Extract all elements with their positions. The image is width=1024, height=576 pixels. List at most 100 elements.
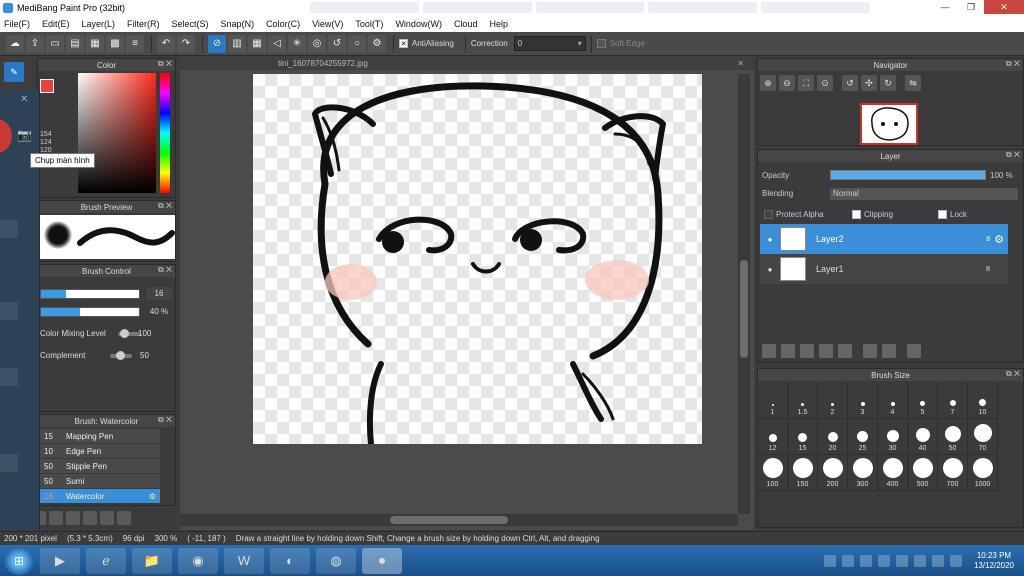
menu-cloud[interactable]: Cloud bbox=[454, 19, 478, 29]
brush-size-option[interactable]: 25 bbox=[848, 419, 878, 455]
redo-icon[interactable]: ↷ bbox=[177, 34, 195, 53]
capture-option[interactable] bbox=[0, 220, 18, 238]
brush-size-option[interactable]: 1.5 bbox=[788, 383, 818, 419]
restore-icon[interactable]: ❐ bbox=[958, 0, 984, 14]
tray-signal-icon[interactable] bbox=[931, 554, 944, 567]
word-icon[interactable]: W bbox=[224, 547, 264, 574]
brush-size-option[interactable]: 20 bbox=[818, 419, 848, 455]
color-mixing-slider[interactable] bbox=[118, 329, 140, 338]
menu-file[interactable]: File(F) bbox=[4, 19, 30, 29]
brush-item-sumi[interactable]: 50 Sumi bbox=[40, 474, 160, 489]
brush-opacity-slider[interactable] bbox=[40, 307, 140, 317]
tray-shield-icon[interactable] bbox=[877, 554, 890, 567]
start-button[interactable]: ⊞ bbox=[4, 546, 34, 575]
document-close-icon[interactable]: ✕ bbox=[737, 59, 744, 68]
medibang-icon[interactable]: ◍ bbox=[316, 547, 356, 574]
brush-size-option[interactable]: 7 bbox=[938, 383, 968, 419]
capture-option[interactable] bbox=[0, 454, 18, 472]
brush-size-option[interactable]: 4 bbox=[878, 383, 908, 419]
internet-explorer-icon[interactable]: ℯ bbox=[86, 547, 126, 574]
taskbar-clock[interactable]: 10:23 PM 13/12/2020 bbox=[974, 551, 1014, 571]
brush-size-option[interactable]: 5 bbox=[908, 383, 938, 419]
vertical-scroll-thumb[interactable] bbox=[740, 260, 748, 358]
document-tab[interactable]: tini_16078704255972.jpg ✕ bbox=[180, 56, 754, 70]
minimize-icon[interactable]: — bbox=[932, 0, 958, 14]
brush-size-option[interactable]: 200 bbox=[818, 455, 848, 491]
file-explorer-icon[interactable]: 📁 bbox=[132, 547, 172, 574]
brush-size-option[interactable]: 15 bbox=[788, 419, 818, 455]
panel-close-icon[interactable]: ⧉ ✕ bbox=[158, 265, 172, 275]
zoom-out-icon[interactable]: ⊖ bbox=[779, 75, 795, 91]
rotate-right-icon[interactable]: ↻ bbox=[880, 75, 896, 91]
antialiasing-checkbox[interactable]: ✕ bbox=[399, 39, 408, 48]
merge-layer-icon[interactable] bbox=[882, 344, 896, 358]
brush-add-icon[interactable] bbox=[49, 511, 63, 525]
brush-folder-icon[interactable] bbox=[100, 511, 114, 525]
layer-folder-icon[interactable] bbox=[838, 344, 852, 358]
brush-size-option[interactable]: 3 bbox=[848, 383, 878, 419]
tray-flag-icon[interactable] bbox=[895, 554, 908, 567]
brush-size-option[interactable]: 2 bbox=[818, 383, 848, 419]
camera-icon[interactable]: 📷 bbox=[17, 128, 32, 142]
drawing-canvas[interactable] bbox=[253, 74, 702, 444]
brush-item-stipple-pen[interactable]: 50 Stipple Pen bbox=[40, 459, 160, 474]
brush-size-option[interactable]: 12 bbox=[758, 419, 788, 455]
blending-select[interactable]: Normal bbox=[830, 188, 1018, 200]
crisscross-snap-icon[interactable]: ▦ bbox=[248, 34, 266, 53]
brush-settings-icon[interactable]: ⚙ bbox=[149, 492, 156, 501]
menu-edit[interactable]: Edit(E) bbox=[42, 19, 70, 29]
horizontal-scroll-thumb[interactable] bbox=[390, 516, 508, 524]
panel-close-icon[interactable]: ⧉ ✕ bbox=[158, 201, 172, 211]
menu-select[interactable]: Select(S) bbox=[172, 19, 209, 29]
brush-size-option[interactable]: 1 bbox=[758, 383, 788, 419]
complement-slider[interactable] bbox=[110, 351, 132, 360]
comment-icon[interactable]: ▭ bbox=[46, 34, 64, 53]
menu-filter[interactable]: Filter(R) bbox=[127, 19, 160, 29]
parallel-snap-icon[interactable]: ▥ bbox=[228, 34, 246, 53]
brush-add-menu-icon[interactable] bbox=[66, 511, 80, 525]
brush-size-option[interactable]: 40 bbox=[908, 419, 938, 455]
panel-close-icon[interactable]: ⧉ ✕ bbox=[1006, 150, 1020, 160]
add-layer-menu-icon[interactable] bbox=[819, 344, 833, 358]
fit-window-icon[interactable]: ⛶ bbox=[798, 75, 814, 91]
menu-view[interactable]: View(V) bbox=[312, 19, 343, 29]
tray-app-icon[interactable] bbox=[823, 554, 836, 567]
panel-close-icon[interactable]: ⧉ ✕ bbox=[1006, 369, 1020, 379]
layer-item-layer1[interactable]: ● Layer1 8 bbox=[760, 254, 1008, 284]
snap-off-icon[interactable]: ⊘ bbox=[208, 34, 226, 53]
close-icon[interactable]: ✕ bbox=[984, 0, 1024, 14]
menu-snap[interactable]: Snap(N) bbox=[221, 19, 255, 29]
share-icon[interactable]: ⇪ bbox=[26, 34, 44, 53]
protect-alpha-checkbox[interactable] bbox=[764, 210, 773, 219]
menu-window[interactable]: Window(W) bbox=[395, 19, 442, 29]
panel-close-icon[interactable]: ⧉ ✕ bbox=[158, 415, 172, 425]
duplicate-layer-icon[interactable] bbox=[863, 344, 877, 358]
navigator-thumbnail[interactable] bbox=[860, 103, 918, 145]
menu-color[interactable]: Color(C) bbox=[266, 19, 300, 29]
canvas-vertical-scrollbar[interactable] bbox=[738, 74, 750, 514]
brush-item-edge-pen[interactable]: 10 Edge Pen bbox=[40, 444, 160, 459]
brush-size-value[interactable]: 16 bbox=[146, 287, 172, 300]
zoom-in-icon[interactable]: ⊕ bbox=[760, 75, 776, 91]
hue-slider[interactable] bbox=[160, 73, 170, 193]
brush-item-mapping-pen[interactable]: 15 Mapping Pen bbox=[40, 429, 160, 444]
screen-recorder-icon[interactable]: ⏺ bbox=[362, 547, 402, 574]
brush-item-watercolor[interactable]: 16 Watercolor ⚙ bbox=[40, 489, 160, 504]
clipping-checkbox[interactable] bbox=[852, 210, 861, 219]
media-player-icon[interactable]: ▶ bbox=[40, 547, 80, 574]
brush-size-option[interactable]: 300 bbox=[848, 455, 878, 491]
brush-size-option[interactable]: 400 bbox=[878, 455, 908, 491]
radial-snap-icon[interactable]: ✳ bbox=[288, 34, 306, 53]
tray-display-icon[interactable] bbox=[913, 554, 926, 567]
tray-vivaldi-icon[interactable] bbox=[841, 554, 854, 567]
rotate-left-icon[interactable]: ↺ bbox=[842, 75, 858, 91]
canvas-horizontal-scrollbar[interactable] bbox=[180, 514, 738, 526]
brush-size-option[interactable]: 50 bbox=[938, 419, 968, 455]
actual-size-icon[interactable]: ⊙ bbox=[817, 75, 833, 91]
correction-select[interactable]: 0 bbox=[513, 36, 586, 51]
brush-size-option[interactable]: 1000 bbox=[968, 455, 998, 491]
brush-edit-icon[interactable] bbox=[83, 511, 97, 525]
brush-size-option[interactable]: 150 bbox=[788, 455, 818, 491]
menu-tool[interactable]: Tool(T) bbox=[355, 19, 383, 29]
ellipse-snap-icon[interactable]: ○ bbox=[348, 34, 366, 53]
